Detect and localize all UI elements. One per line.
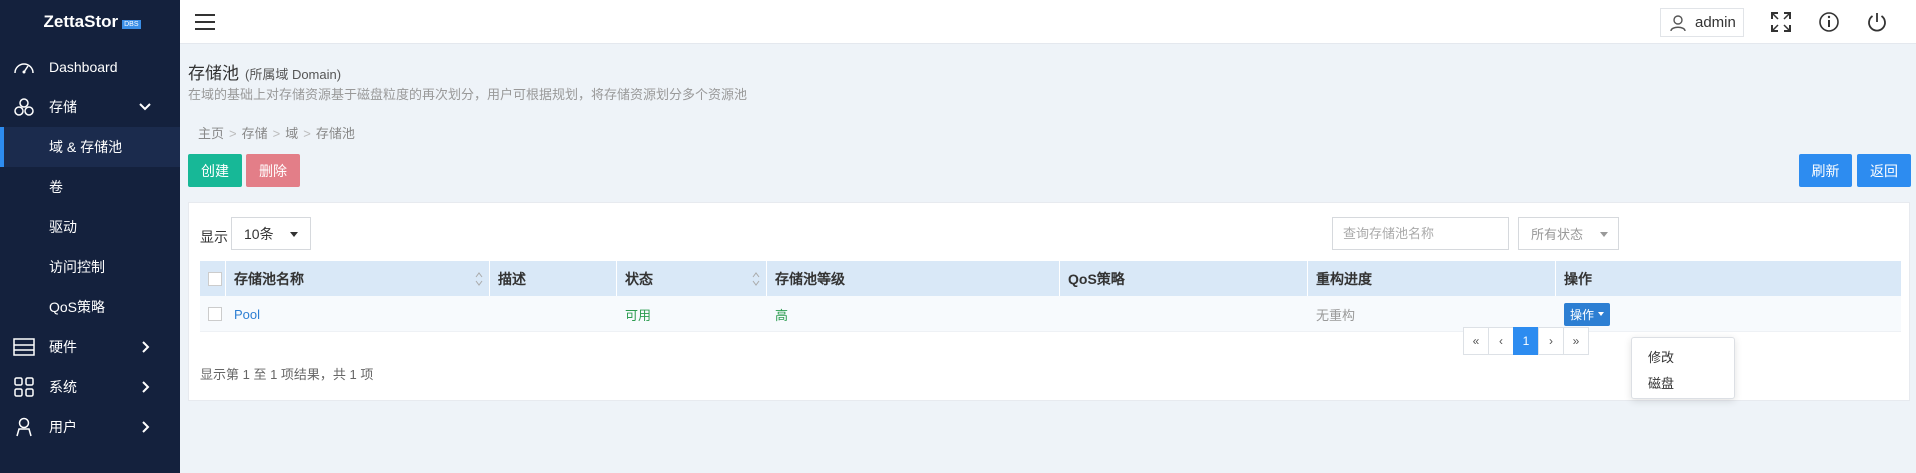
- sidebar-item-storage[interactable]: 存储: [0, 87, 180, 127]
- breadcrumb-storage[interactable]: 存储: [242, 126, 268, 141]
- sidebar-item-label: 存储: [49, 99, 77, 115]
- sidebar-item-label: 用户: [49, 419, 77, 435]
- column-header-rebuild: 重构进度: [1308, 261, 1556, 296]
- pool-rebuild-progress: 无重构: [1316, 307, 1356, 323]
- column-header-label: QoS策略: [1068, 270, 1125, 287]
- table-row: Pool 可用 高 无重构 操作: [200, 296, 1901, 332]
- breadcrumb: 主页 > 存储 > 域 > 存储池: [198, 126, 355, 141]
- column-header-label: 重构进度: [1316, 270, 1372, 287]
- row-actions-button[interactable]: 操作: [1564, 302, 1611, 326]
- column-header-level: 存储池等级: [767, 261, 1060, 296]
- sidebar-subitem-driver[interactable]: 驱动: [0, 207, 180, 247]
- refresh-button[interactable]: 刷新: [1799, 154, 1852, 187]
- row-actions-label: 操作: [1570, 307, 1595, 322]
- caret-down-icon: [290, 232, 298, 237]
- main-content: 存储池 (所属域 Domain) 在域的基础上对存储资源基于磁盘粒度的再次划分，用…: [180, 45, 1916, 473]
- brand-logo[interactable]: ZettaStor DBS: [0, 0, 180, 44]
- dropdown-item-modify[interactable]: 修改: [1632, 343, 1734, 369]
- status-filter-select[interactable]: 所有状态: [1518, 217, 1619, 250]
- delete-button[interactable]: 删除: [246, 154, 300, 187]
- first-page-button[interactable]: «: [1463, 327, 1489, 355]
- cubes-icon: [12, 95, 36, 119]
- table-summary: 显示第 1 至 1 项结果，共 1 项: [200, 367, 374, 382]
- sort-icon: [475, 272, 483, 286]
- username: admin: [1695, 14, 1736, 31]
- page-size-value: 10条: [244, 225, 274, 242]
- back-button[interactable]: 返回: [1857, 154, 1911, 187]
- row-checkbox[interactable]: [208, 307, 222, 321]
- chevron-down-icon: [139, 103, 151, 111]
- user-icon: [12, 415, 36, 439]
- next-page-button[interactable]: ›: [1538, 327, 1564, 355]
- sidebar-item-label: 系统: [49, 379, 77, 395]
- user-menu[interactable]: admin: [1660, 8, 1744, 37]
- server-icon: [12, 335, 36, 359]
- brand-tag: DBS: [122, 19, 141, 29]
- sidebar-subitem-qos[interactable]: QoS策略: [0, 287, 180, 327]
- sidebar-item-system[interactable]: 系统: [0, 367, 180, 407]
- column-header-label: 操作: [1564, 270, 1592, 287]
- info-icon[interactable]: [1818, 11, 1840, 33]
- column-header-name[interactable]: 存储池名称: [226, 261, 490, 296]
- menu-icon[interactable]: [194, 11, 216, 33]
- page-size-label: 显示: [200, 229, 228, 245]
- sidebar: ZettaStor DBS Dashboard 存储 域 & 存储池 卷 驱动 …: [0, 0, 180, 473]
- status-filter-value: 所有状态: [1531, 227, 1584, 242]
- sidebar-item-hardware[interactable]: 硬件: [0, 327, 180, 367]
- column-header-label: 存储池名称: [234, 270, 304, 287]
- column-header-label: 存储池等级: [775, 270, 845, 287]
- last-page-button[interactable]: »: [1563, 327, 1589, 355]
- table-header: 存储池名称 描述 状态 存储池等级 QoS策略 重构进度 操作: [200, 261, 1901, 296]
- column-header-desc: 描述: [490, 261, 617, 296]
- page-size-select[interactable]: 10条: [231, 217, 311, 250]
- sidebar-item-label: Dashboard: [49, 59, 118, 75]
- sidebar-subitem-volume[interactable]: 卷: [0, 167, 180, 207]
- column-header-qos: QoS策略: [1060, 261, 1308, 296]
- column-header-label: 状态: [625, 270, 653, 287]
- column-header-label: 描述: [498, 270, 526, 287]
- brand-name: ZettaStor: [43, 12, 119, 31]
- chevron-right-icon: [142, 341, 150, 353]
- dropdown-item-disks[interactable]: 磁盘: [1632, 369, 1734, 395]
- pool-level: 高: [775, 307, 789, 323]
- row-actions-dropdown: 修改 磁盘: [1631, 337, 1735, 399]
- caret-down-icon: [1600, 232, 1608, 237]
- topbar: admin: [180, 0, 1916, 44]
- sort-icon: [752, 272, 760, 286]
- prev-page-button[interactable]: ‹: [1488, 327, 1514, 355]
- breadcrumb-pool: 存储池: [315, 126, 355, 141]
- chevron-right-icon: [142, 421, 150, 433]
- select-all-cell: [200, 261, 226, 296]
- caret-down-icon: [1598, 312, 1605, 316]
- search-input[interactable]: [1332, 217, 1509, 250]
- breadcrumb-domain[interactable]: 域: [285, 126, 298, 141]
- page-button-1[interactable]: 1: [1513, 327, 1539, 355]
- grid-icon: [12, 375, 36, 399]
- page-subtitle: (所属域 Domain): [245, 67, 342, 82]
- sidebar-item-label: 硬件: [49, 339, 77, 355]
- breadcrumb-home[interactable]: 主页: [198, 126, 224, 141]
- create-button[interactable]: 创建: [188, 154, 242, 187]
- chevron-right-icon: [142, 381, 150, 393]
- sidebar-item-dashboard[interactable]: Dashboard: [0, 47, 180, 87]
- column-header-actions: 操作: [1556, 261, 1901, 296]
- speedometer-icon: [12, 55, 36, 79]
- pool-name-link[interactable]: Pool: [234, 307, 260, 322]
- pagination: « ‹ 1 › »: [1463, 327, 1589, 355]
- pool-status: 可用: [625, 307, 652, 323]
- sidebar-item-users[interactable]: 用户: [0, 407, 180, 447]
- page-description: 在域的基础上对存储资源基于磁盘粒度的再次划分，用户可根据规划，将存储资源划分多个…: [188, 87, 748, 102]
- sidebar-subitem-domain-pool[interactable]: 域 & 存储池: [0, 127, 180, 167]
- power-icon[interactable]: [1866, 11, 1888, 33]
- column-header-status[interactable]: 状态: [617, 261, 767, 296]
- sidebar-subitem-access-control[interactable]: 访问控制: [0, 247, 180, 287]
- select-all-checkbox[interactable]: [208, 271, 222, 286]
- page-title: 存储池 (所属域 Domain): [188, 59, 341, 84]
- user-icon: [1670, 14, 1686, 31]
- page-title-text: 存储池: [188, 64, 239, 83]
- fullscreen-icon[interactable]: [1770, 11, 1792, 33]
